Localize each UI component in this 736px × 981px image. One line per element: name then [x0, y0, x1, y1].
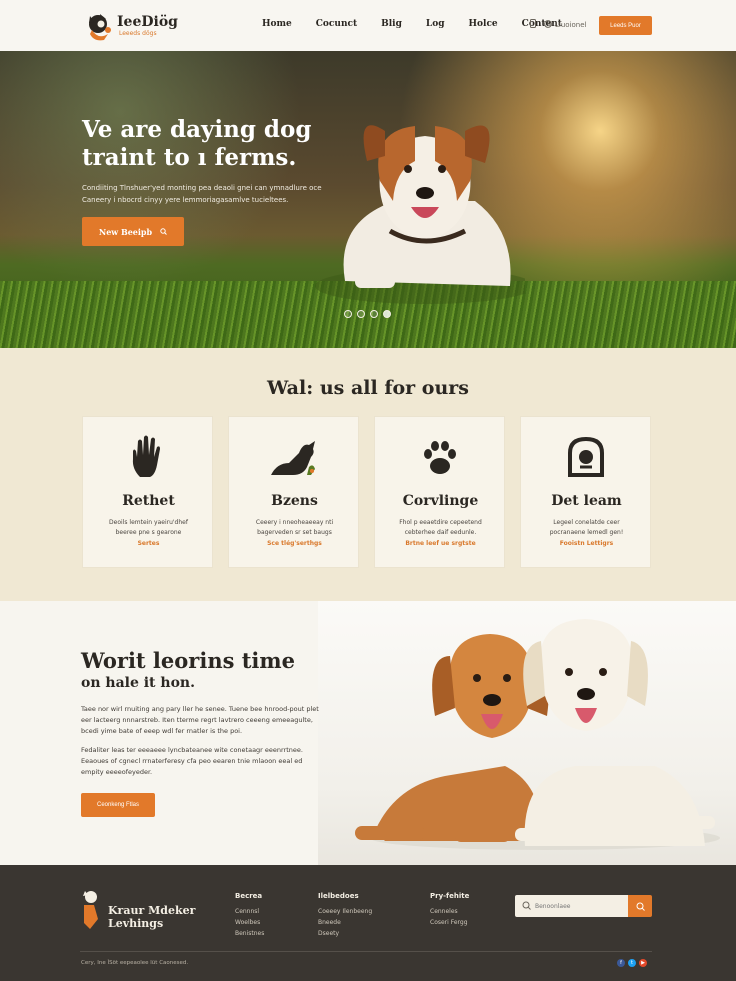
- service-card: Rethet Deoils lemtein yaeiru'dhef beeree…: [82, 416, 213, 568]
- services-title: Wal: us all for ours: [267, 377, 469, 399]
- footer-search: [515, 895, 652, 917]
- about-button[interactable]: Ceonkeng Ftlas: [81, 793, 155, 817]
- service-card: Bzens Ceeery i nneoheaeeay nti bagervede…: [228, 416, 359, 568]
- footer-column-title: Pry-fehite: [430, 892, 470, 900]
- service-card-text: Deoils lemtein yaeiru'dhef beeree pne s …: [109, 519, 188, 536]
- service-card-title: Bzens: [271, 493, 318, 509]
- hand-icon: [132, 435, 160, 477]
- about-title: Worit leorins time: [81, 648, 295, 673]
- header-utility-text: Liuoionel: [555, 20, 587, 29]
- service-card-link[interactable]: Sertes: [83, 540, 214, 547]
- carousel-dot[interactable]: [370, 310, 378, 318]
- footer-column-title: Ilelbedoes: [318, 892, 359, 900]
- footer-column: Ilelbedoes Coeeey Ilenbeeng Bneede Dseet…: [318, 892, 372, 939]
- header-cta-button[interactable]: Leeds Puor: [599, 16, 652, 35]
- paw-icon: [424, 441, 456, 474]
- nav-home[interactable]: Home: [262, 19, 292, 29]
- phone-icon[interactable]: [530, 19, 536, 30]
- service-card-title: Rethet: [122, 493, 175, 509]
- logo[interactable]: IeeDiög Leeeds dögs: [86, 10, 178, 42]
- about-paragraph: Taee nor wirl rnuiting ang pary ller he …: [81, 705, 319, 735]
- dog-logo-icon: [89, 14, 111, 41]
- nav-blig[interactable]: Blig: [381, 19, 402, 29]
- hero-title: Ve are daying dog traint to ı ferms.: [82, 116, 312, 171]
- carousel-dots: [344, 310, 391, 318]
- service-card-text: Ceeery i nneoheaeeay nti bagerveden sr s…: [255, 519, 334, 536]
- clock-icon[interactable]: [544, 19, 552, 30]
- service-card: Corvlinge Fhol p eeaetdire cepeetend ceb…: [374, 416, 505, 568]
- site-header: IeeDiög Leeeds dögs Home Cocunct Blig Lo…: [0, 0, 736, 51]
- footer-link[interactable]: Benistnes: [235, 928, 264, 939]
- social-links: f t ▶: [617, 959, 647, 967]
- dog-logo-icon: [83, 891, 98, 929]
- site-footer: Kraur Mdeker Levhings Becrea Cennnsl Woe…: [0, 865, 736, 981]
- search-icon: [636, 902, 645, 911]
- carousel-dot[interactable]: [344, 310, 352, 318]
- logo-tagline: Leeeds dögs: [119, 30, 157, 37]
- footer-column-title: Becrea: [235, 892, 263, 900]
- footer-link[interactable]: Woelbes: [235, 917, 264, 928]
- footer-column: Pry-fehite Cenneles Coseri Fergg: [430, 892, 469, 928]
- carousel-dot[interactable]: [357, 310, 365, 318]
- dog-icon: [271, 441, 315, 475]
- header-utilities: Liuoionel: [530, 19, 594, 30]
- twitter-icon[interactable]: t: [628, 959, 636, 967]
- footer-column: Becrea Cennnsl Woelbes Benistnes: [235, 892, 264, 939]
- footer-search-button[interactable]: [628, 895, 652, 917]
- service-card-link[interactable]: Sce tlég'serthgs: [229, 540, 360, 547]
- carousel-dot-active[interactable]: [383, 310, 391, 318]
- footer-divider: [80, 951, 652, 952]
- footer-link[interactable]: Bneede: [318, 917, 372, 928]
- footer-link[interactable]: Cennnsl: [235, 906, 264, 917]
- hero-button[interactable]: New Beeipb: [82, 217, 184, 246]
- service-card-title: Det leam: [551, 493, 622, 509]
- footer-brand-line1: Kraur Mdeker: [108, 904, 196, 917]
- services-section: Wal: us all for ours Rethet Deoils lemte…: [0, 348, 736, 601]
- facebook-icon[interactable]: f: [617, 959, 625, 967]
- service-card-text: Fhol p eeaetdire cepeetend cebterhee dai…: [399, 519, 482, 536]
- footer-link[interactable]: Dseety: [318, 928, 372, 939]
- hero-text: Condiiting Tlnshuer'yed monting pea deao…: [82, 184, 322, 204]
- search-icon: [522, 901, 531, 910]
- about-subtitle: on hale it hon.: [81, 675, 195, 691]
- about-paragraph: Fedaliter leas ter eeeaeee lyncbateanee …: [81, 746, 303, 776]
- kennel-icon: [568, 436, 604, 477]
- nav-log[interactable]: Log: [426, 19, 445, 29]
- service-card-text: Legeel conelatde ceer pocranaene lemedl …: [549, 519, 624, 536]
- footer-link[interactable]: Coseri Fergg: [430, 917, 469, 928]
- logo-name: IeeDiög: [117, 14, 178, 30]
- nav-cocunct[interactable]: Cocunct: [316, 19, 357, 29]
- footer-copyright: Cery, Ine ÌSöt eepeaolee lüt Caonesed.: [81, 960, 189, 966]
- service-card: Det leam Legeel conelatde ceer pocranaen…: [520, 416, 651, 568]
- hero-button-label: New Beeipb: [98, 226, 153, 237]
- two-dogs-image: [355, 619, 720, 850]
- hero-section: Ve are daying dog traint to ı ferms. Con…: [0, 51, 736, 348]
- footer-search-input[interactable]: [515, 895, 628, 917]
- youtube-icon[interactable]: ▶: [639, 959, 647, 967]
- footer-link[interactable]: Cenneles: [430, 906, 469, 917]
- service-card-title: Corvlinge: [402, 493, 479, 509]
- footer-brand-line2: Levhings: [108, 917, 164, 930]
- footer-logo[interactable]: Kraur Mdeker Levhings: [80, 889, 195, 933]
- nav-holce[interactable]: Holce: [469, 19, 498, 29]
- search-icon: [160, 228, 167, 235]
- service-card-link[interactable]: Brtne leef ue srgtste: [375, 540, 506, 547]
- service-card-link[interactable]: Fooistn Lettigrs: [521, 540, 652, 547]
- about-section: Worit leorins time on hale it hon. Taee …: [0, 601, 736, 865]
- footer-link[interactable]: Coeeey Ilenbeeng: [318, 906, 372, 917]
